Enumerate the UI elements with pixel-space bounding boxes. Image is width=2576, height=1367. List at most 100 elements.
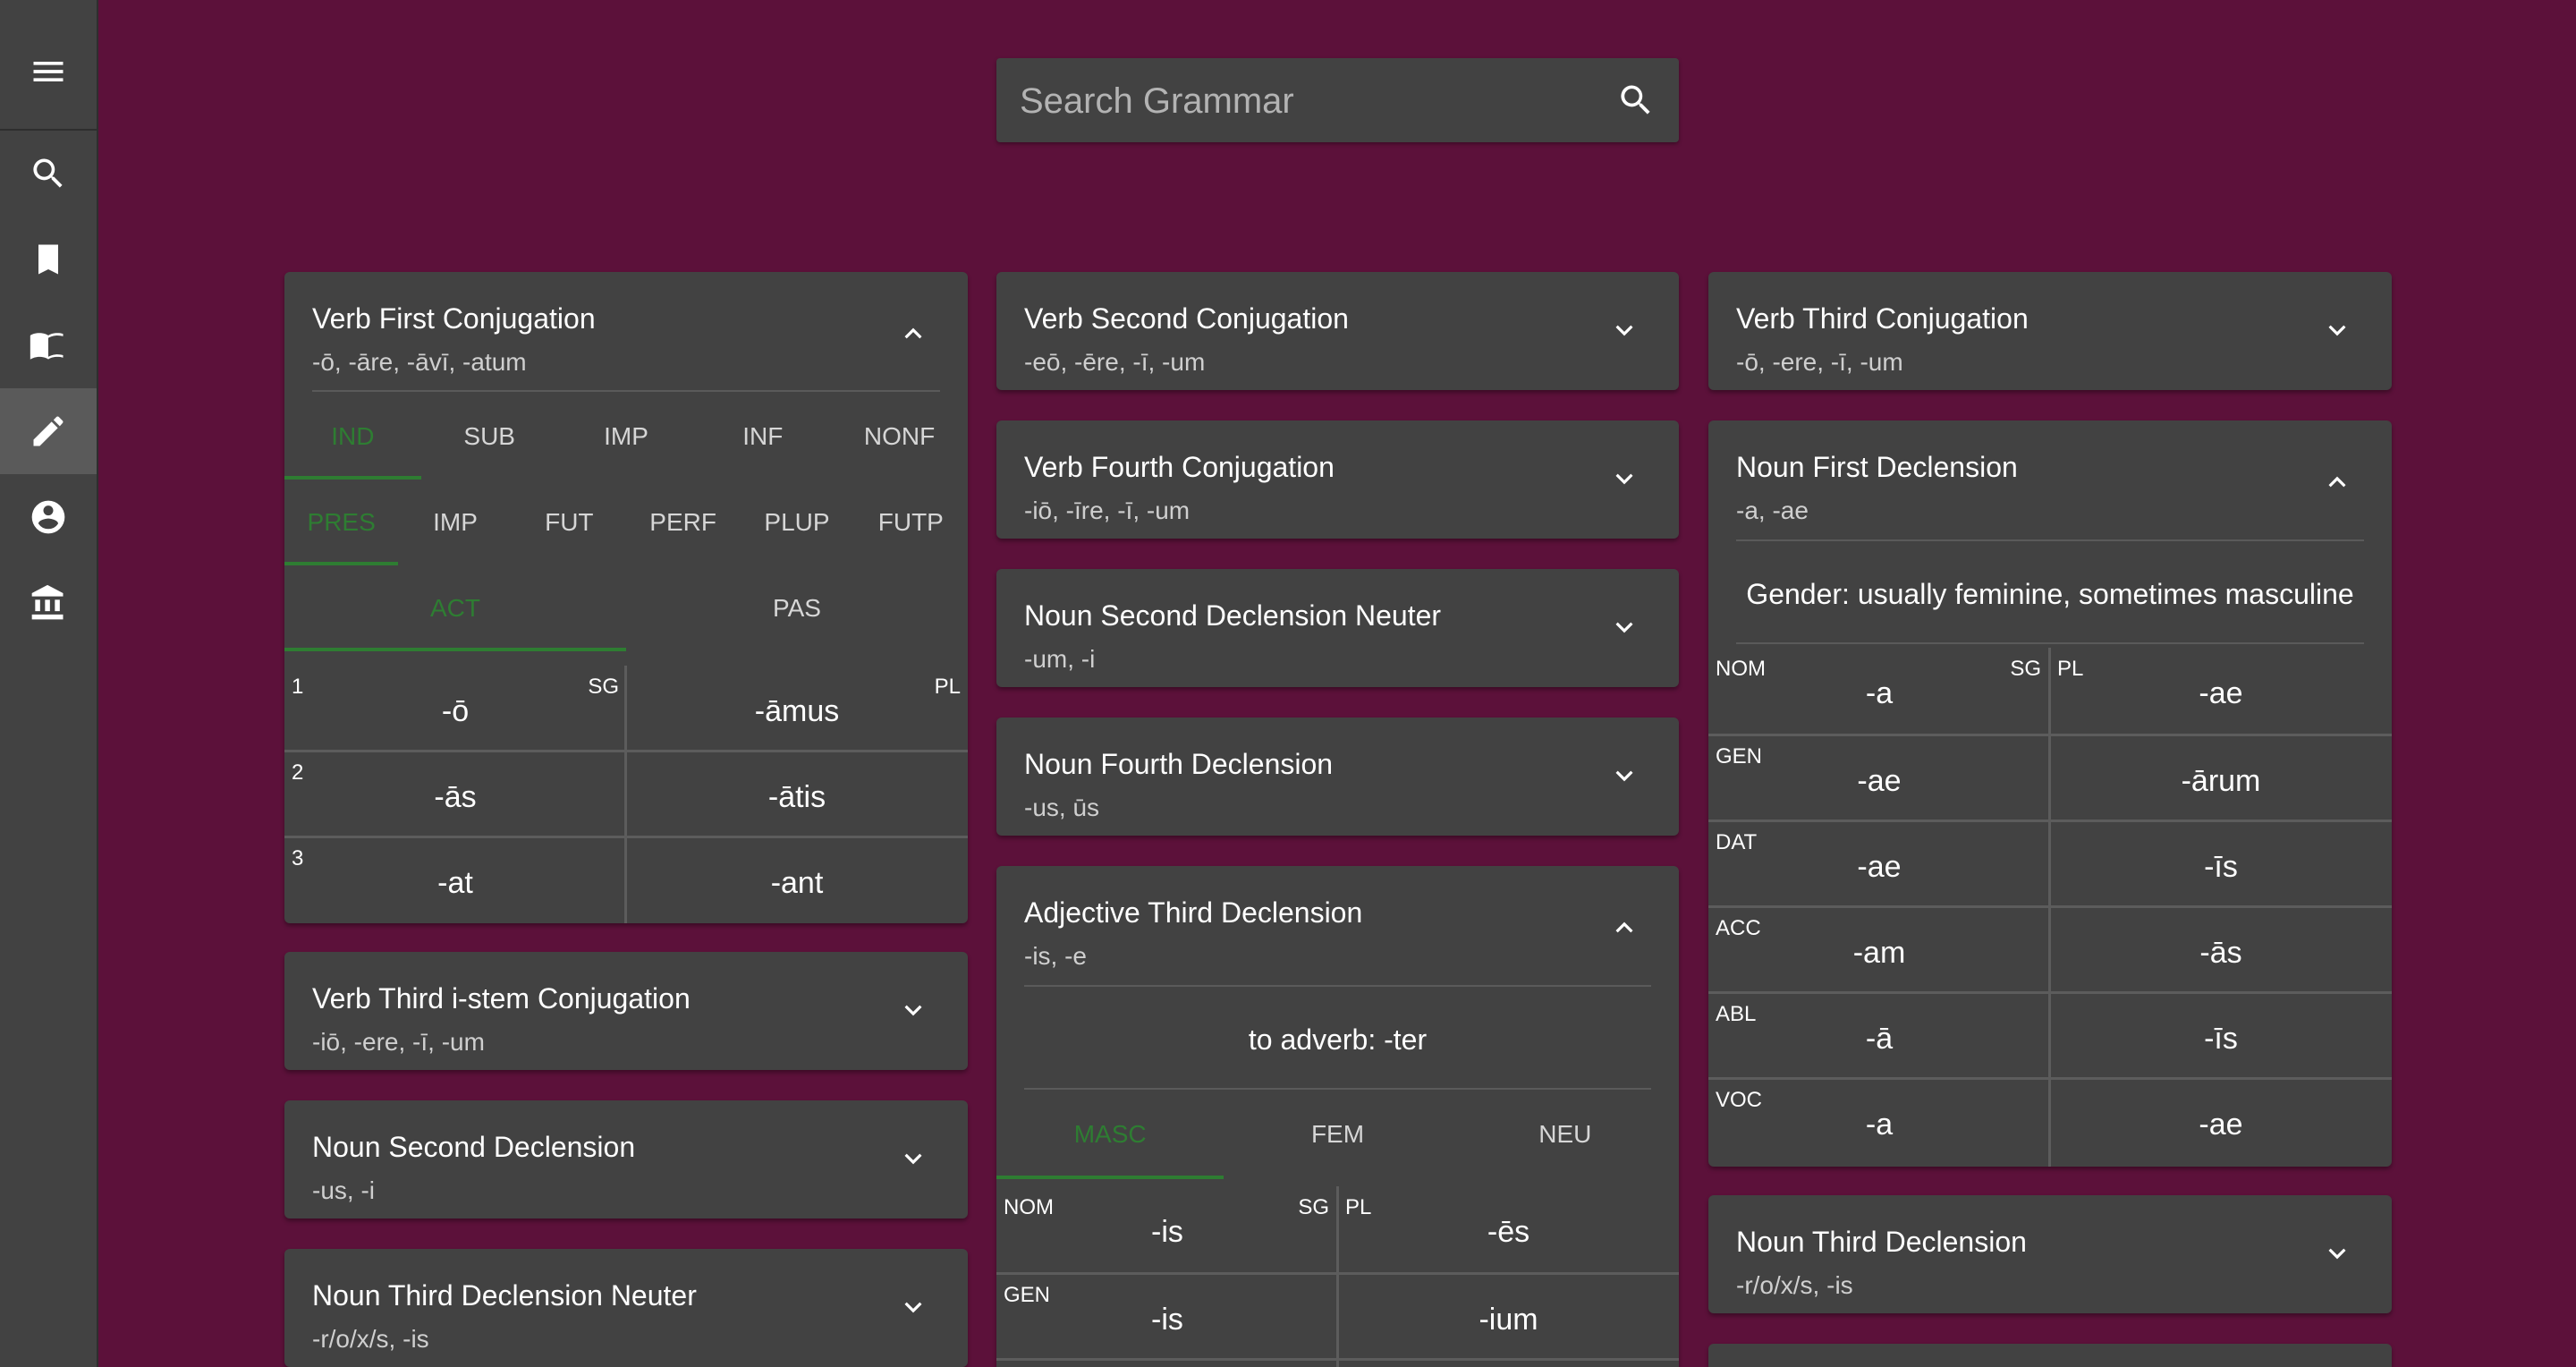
- ending-value: -īs: [2204, 850, 2238, 884]
- ending-value: -at: [437, 866, 473, 900]
- card-title: Verb First Conjugation: [312, 302, 596, 335]
- ending-value: -ās: [2199, 936, 2242, 970]
- card-title: Noun Third Declension Neuter: [312, 1279, 697, 1312]
- sidebar-item-bookmarks[interactable]: [0, 217, 97, 302]
- table-cell: VOC -a: [1708, 1079, 2050, 1167]
- tab-gender-fem[interactable]: FEM: [1224, 1090, 1451, 1179]
- table-cell: ABL -ā: [1708, 993, 2050, 1077]
- card-verb-third-istem-conjugation[interactable]: Verb Third i-stem Conjugation -iō, -ere,…: [284, 952, 968, 1070]
- collapse-button[interactable]: [896, 317, 930, 351]
- sidebar-item-account[interactable]: [0, 474, 97, 560]
- search-input[interactable]: [1018, 58, 1594, 144]
- tab-mood-nonf[interactable]: NONF: [831, 394, 968, 480]
- table-cell: PL -ēs: [1338, 1186, 1679, 1272]
- ending-value: -ium: [1479, 1303, 1538, 1337]
- card-subtitle: -us, -i: [312, 1176, 375, 1204]
- ending-value: -ā: [1865, 1022, 1894, 1056]
- menu-icon: [33, 62, 64, 81]
- card-subtitle: -eō, -ēre, -ī, -um: [1024, 348, 1206, 376]
- table-cell: 2 -ās: [284, 751, 626, 837]
- card-noun-third-declension[interactable]: Noun Third Declension -r/o/x/s, -is: [1708, 1195, 2392, 1313]
- chevron-up-icon: [2328, 476, 2346, 488]
- card-noun-fourth-declension[interactable]: Noun Fourth Declension -us, ūs: [996, 717, 1679, 836]
- chevron-up-icon: [1615, 921, 1633, 933]
- tense-tabs: PRES IMP FUT PERF PLUP FUTP: [284, 480, 968, 565]
- card-subtitle: -ō, -ere, -ī, -um: [1736, 348, 1903, 376]
- tab-tense-pres[interactable]: PRES: [284, 480, 399, 565]
- ending-value: -ae: [2199, 1108, 2243, 1142]
- menu-button[interactable]: [0, 29, 97, 115]
- expand-button[interactable]: [896, 1290, 930, 1324]
- tab-mood-imp[interactable]: IMP: [558, 394, 695, 480]
- card-title: Adjective Third Declension: [1024, 896, 1363, 929]
- expand-button[interactable]: [2320, 1236, 2354, 1270]
- expand-button[interactable]: [1607, 759, 1641, 793]
- sidebar-item-search[interactable]: [0, 131, 97, 217]
- ending-value: -ō: [441, 694, 470, 728]
- tab-mood-sub[interactable]: SUB: [421, 394, 558, 480]
- tab-voice-act[interactable]: ACT: [284, 565, 626, 651]
- card-verb-second-conjugation[interactable]: Verb Second Conjugation -eō, -ēre, -ī, -…: [996, 272, 1679, 390]
- chevron-down-icon: [1615, 325, 1633, 336]
- expand-button[interactable]: [1607, 313, 1641, 347]
- card-verb-third-conjugation[interactable]: Verb Third Conjugation -ō, -ere, -ī, -um: [1708, 272, 2392, 390]
- mood-tabs: IND SUB IMP INF NONF: [284, 394, 968, 480]
- search-button[interactable]: [1616, 81, 1656, 120]
- card-noun-third-declension-neuter[interactable]: Noun Third Declension Neuter -r/o/x/s, -…: [284, 1249, 968, 1367]
- table-cell: 3 -at: [284, 837, 626, 923]
- table-cell: DAT -ae: [1708, 821, 2050, 905]
- tab-voice-pas[interactable]: PAS: [626, 565, 968, 651]
- search-icon: [33, 158, 63, 188]
- ending-value: -ae: [1857, 850, 1902, 884]
- table-cell: -ās: [2050, 907, 2392, 991]
- card-next-partial[interactable]: [1708, 1344, 2392, 1367]
- tab-gender-masc[interactable]: MASC: [996, 1090, 1224, 1179]
- table-cell: -ant: [626, 837, 968, 923]
- expand-button[interactable]: [2320, 313, 2354, 347]
- card-subtitle: -us, ūs: [1024, 794, 1100, 821]
- gender-tabs: MASC FEM NEU: [996, 1090, 1679, 1179]
- expand-button[interactable]: [896, 1142, 930, 1176]
- card-title: Noun First Declension: [1736, 451, 2018, 483]
- collapse-button[interactable]: [2320, 465, 2354, 499]
- tab-mood-inf[interactable]: INF: [694, 394, 831, 480]
- table-cell: GEN -is: [996, 1274, 1338, 1360]
- table-cell: NOM SG -is: [996, 1186, 1338, 1272]
- sidebar-item-reader[interactable]: [0, 302, 97, 388]
- chevron-down-icon: [904, 1005, 922, 1016]
- expand-button[interactable]: [1607, 462, 1641, 496]
- card-subtitle: -r/o/x/s, -is: [1736, 1271, 1853, 1299]
- card-title: Noun Second Declension Neuter: [1024, 599, 1442, 632]
- sidebar-item-library[interactable]: [0, 560, 97, 646]
- card-verb-first-conjugation: Verb First Conjugation -ō, -āre, -āvī, -…: [284, 272, 968, 923]
- voice-tabs: ACT PAS: [284, 565, 968, 651]
- ending-value: -a: [1865, 676, 1894, 710]
- table-cell: PL -āmus: [626, 666, 968, 751]
- divider: [312, 390, 940, 392]
- tab-tense-plup[interactable]: PLUP: [740, 480, 853, 565]
- tab-mood-ind[interactable]: IND: [284, 394, 421, 480]
- tab-tense-futp[interactable]: FUTP: [854, 480, 968, 565]
- tab-tense-perf[interactable]: PERF: [626, 480, 740, 565]
- table-cell: -īs: [2050, 993, 2392, 1077]
- card-title: Noun Third Declension: [1736, 1226, 2027, 1258]
- tab-tense-fut[interactable]: FUT: [513, 480, 626, 565]
- card-title: Noun Second Declension: [312, 1131, 636, 1163]
- chevron-down-icon: [2328, 325, 2346, 336]
- expand-button[interactable]: [1607, 610, 1641, 644]
- card-subtitle: -um, -i: [1024, 645, 1096, 673]
- card-subtitle: -ō, -āre, -āvī, -atum: [312, 348, 527, 376]
- ending-value: -is: [1151, 1215, 1183, 1249]
- chevron-down-icon: [1615, 770, 1633, 782]
- table-cell: PL -ae: [2050, 648, 2392, 732]
- ending-value: -am: [1852, 936, 1906, 970]
- tab-gender-neu[interactable]: NEU: [1452, 1090, 1679, 1179]
- card-noun-second-declension[interactable]: Noun Second Declension -us, -i: [284, 1100, 968, 1218]
- tab-tense-imp[interactable]: IMP: [398, 480, 512, 565]
- card-noun-second-declension-neuter[interactable]: Noun Second Declension Neuter -um, -i: [996, 569, 1679, 687]
- card-verb-fourth-conjugation[interactable]: Verb Fourth Conjugation -iō, -īre, -ī, -…: [996, 420, 1679, 539]
- collapse-button[interactable]: [1607, 911, 1641, 945]
- sidebar-item-grammar[interactable]: [0, 388, 97, 474]
- expand-button[interactable]: [896, 993, 930, 1027]
- bookmark-icon: [38, 244, 58, 275]
